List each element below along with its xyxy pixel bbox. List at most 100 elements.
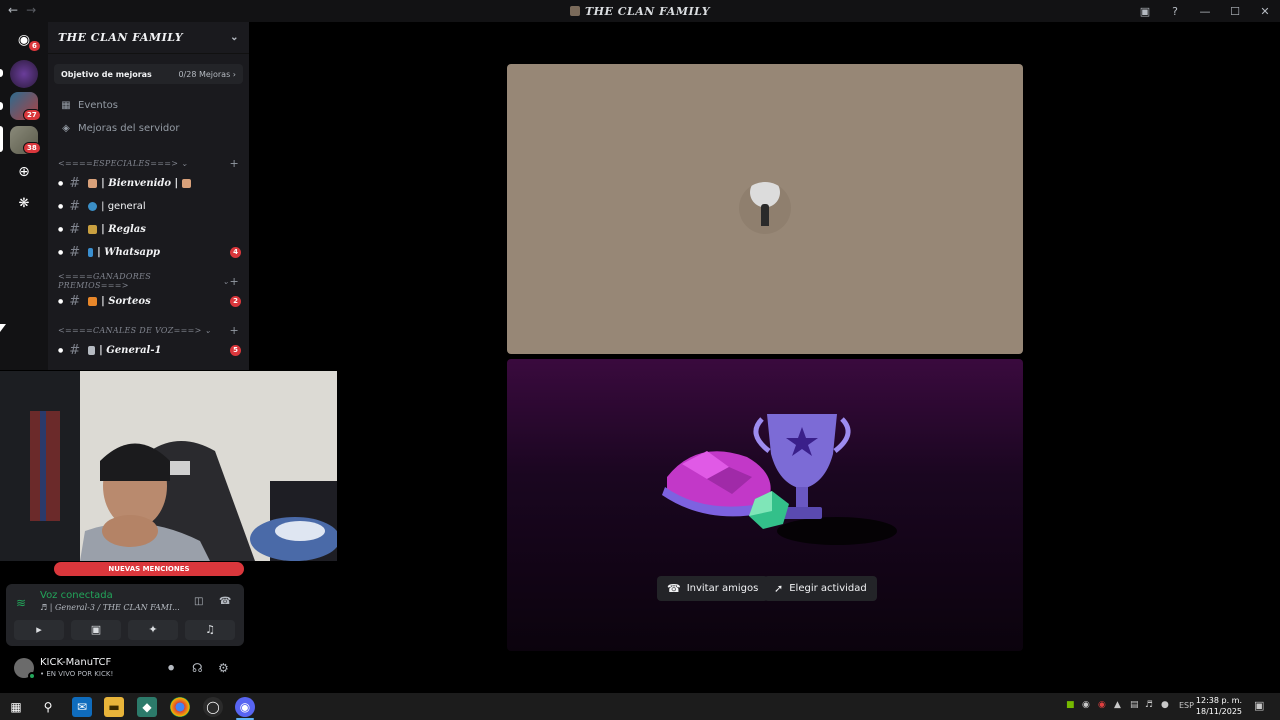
channel-sorteos[interactable]: ● # | Sorteos 2: [48, 290, 249, 313]
noise-suppression-icon[interactable]: ◫: [194, 596, 203, 607]
channel-name: | Sorteos: [101, 296, 151, 307]
server-header[interactable]: THE CLAN FAMILY ⌄: [48, 22, 249, 54]
signal-icon[interactable]: ≋: [16, 596, 26, 610]
boost-goal[interactable]: Objetivo de mejoras 0/28 Mejoras ›: [54, 64, 243, 84]
events-label: Eventos: [78, 100, 118, 111]
disconnect-icon[interactable]: ☎: [219, 596, 231, 607]
chevron-down-icon: ⌄: [230, 32, 239, 43]
server-name: THE CLAN FAMILY: [58, 31, 184, 44]
server-badge-3: 38: [23, 142, 41, 154]
window-title-text: THE CLAN FAMILY: [584, 4, 711, 18]
windows-start-icon[interactable]: ▦: [6, 697, 26, 717]
inbox-icon[interactable]: ▣: [1130, 5, 1160, 18]
webcam-image: [0, 371, 337, 561]
unread-dot-icon: ●: [58, 226, 64, 233]
emoji-icon: [88, 179, 98, 188]
boost-icon: ◈: [62, 123, 70, 134]
soundboard-button[interactable]: ♫: [185, 620, 235, 640]
hash-icon: #: [69, 199, 81, 214]
user-status: • EN VIVO POR KICK!: [40, 670, 114, 678]
system-clock[interactable]: 12:38 p. m. 18/11/2025: [1196, 695, 1242, 717]
unread-dot-icon: ●: [58, 203, 64, 210]
unread-pill: [0, 69, 3, 77]
boost-goal-label: Objetivo de mejoras: [61, 69, 152, 79]
taskbar: ▦ ⚲ ✉ ▬ ◆ ◯ ◉ ■ ◉ ◉ ▲ ▤ ♬ ● ESP 12:38 p.…: [0, 693, 1280, 720]
speaker-icon: ♬: [40, 603, 48, 612]
home-badge: 6: [28, 40, 41, 52]
window-controls: ▣ ? — ☐ ✕: [1130, 0, 1280, 22]
channel-whatsapp[interactable]: ● # | Whatsapp 4: [48, 241, 249, 264]
search-icon[interactable]: ⚲: [38, 697, 58, 717]
minimize-button[interactable]: —: [1190, 5, 1220, 18]
nvidia-icon[interactable]: ■: [1066, 700, 1075, 710]
emoji-icon: [182, 179, 192, 188]
network-icon[interactable]: ▤: [1130, 700, 1139, 710]
clock-date: 18/11/2025: [1195, 707, 1242, 716]
category-ganadores[interactable]: <====GANADORES PREMIOS===> ⌄ +: [48, 272, 249, 290]
category-especiales[interactable]: <====ESPECIALES===> ⌄ +: [48, 154, 249, 172]
voice-status[interactable]: Voz conectada: [40, 590, 113, 601]
unread-dot-icon: ●: [58, 298, 64, 305]
discord-taskbar-icon[interactable]: ◉: [235, 697, 255, 717]
add-server-icon[interactable]: ⊕: [10, 158, 38, 186]
invite-friends-label: Invitar amigos: [686, 583, 759, 594]
close-button[interactable]: ✕: [1250, 5, 1280, 18]
chrome-icon[interactable]: [170, 697, 190, 717]
screen-share-button[interactable]: ▣: [71, 620, 121, 640]
new-mentions-banner[interactable]: NUEVAS MENCIONES: [54, 562, 244, 576]
participant-tile[interactable]: [507, 64, 1023, 354]
hash-icon: #: [69, 294, 81, 309]
channel-general[interactable]: ● # | general: [48, 195, 249, 218]
voice-connected-panel: ≋ Voz conectada ♬ | General-3 / THE CLAN…: [6, 584, 244, 646]
mention-badge: 2: [230, 296, 241, 307]
channel-bienvenido[interactable]: ● # | Bienvenido |: [48, 172, 249, 195]
window-title: THE CLAN FAMILY: [0, 5, 1280, 18]
maximize-button[interactable]: ☐: [1220, 5, 1250, 18]
camera-button[interactable]: ▸: [14, 620, 64, 640]
help-icon[interactable]: ?: [1160, 5, 1190, 18]
tray-app-icon[interactable]: ◉: [1098, 700, 1106, 710]
add-channel-icon[interactable]: +: [229, 324, 239, 337]
headphones-icon[interactable]: ☊: [192, 661, 203, 675]
obs-icon[interactable]: ◯: [203, 697, 223, 717]
file-explorer-icon[interactable]: ▬: [104, 697, 124, 717]
clock-time: 12:38 p. m.: [1195, 696, 1242, 705]
volume-icon[interactable]: ♬: [1145, 700, 1153, 710]
category-voz[interactable]: <====CANALES DE VOZ===> ⌄ +: [48, 321, 249, 339]
tray-app-icon[interactable]: ◉: [1082, 700, 1090, 710]
category-label: <====GANADORES PREMIOS===>: [58, 272, 151, 290]
title-bar: ← → THE CLAN FAMILY ▣ ? — ☐ ✕: [0, 0, 1280, 22]
server-icon-1[interactable]: [10, 60, 38, 88]
settings-gear-icon[interactable]: ⚙: [218, 661, 229, 675]
app-icon[interactable]: ◆: [137, 697, 157, 717]
microphone-icon[interactable]: ⚫: [166, 661, 176, 675]
outlook-icon[interactable]: ✉: [72, 697, 92, 717]
channel-general-1[interactable]: ● # | General-1 5: [48, 339, 249, 362]
choose-activity-label: Elegir actividad: [789, 583, 867, 594]
activities-button[interactable]: ✦: [128, 620, 178, 640]
server-boosts-item[interactable]: ◈ Mejoras del servidor: [48, 117, 249, 140]
discover-icon[interactable]: ❋: [10, 190, 38, 218]
server-icon: [569, 5, 580, 16]
username[interactable]: KICK-ManuTCF: [40, 657, 111, 668]
mic-tray-icon[interactable]: ●: [1161, 700, 1169, 710]
channel-reglas[interactable]: ● # | Reglas: [48, 218, 249, 241]
server-badge-2: 27: [23, 109, 41, 121]
boost-progress: 0/28 Mejoras ›: [178, 69, 236, 79]
channel-name: | General-1: [99, 345, 162, 356]
notification-icon[interactable]: ▣: [1254, 699, 1264, 712]
invite-friends-button[interactable]: ☎ Invitar amigos: [657, 576, 769, 601]
add-channel-icon[interactable]: +: [229, 157, 239, 170]
trophy-illustration: [662, 414, 897, 545]
tray-app-icon[interactable]: ▲: [1114, 700, 1121, 710]
unread-pill: [0, 102, 3, 110]
voice-channel[interactable]: ♬ | General-3 / THE CLAN FAMI...: [40, 603, 180, 612]
language-indicator[interactable]: ESP: [1179, 701, 1194, 710]
choose-activity-button[interactable]: ➚ Elegir actividad: [764, 576, 877, 601]
events-item[interactable]: ▦ Eventos: [48, 94, 249, 117]
channel-name: | Whatsapp: [97, 247, 160, 258]
mouse-cursor-icon: [0, 324, 6, 332]
add-channel-icon[interactable]: +: [229, 275, 239, 288]
mention-badge: 4: [230, 247, 241, 258]
avatar-figure: [761, 204, 769, 226]
